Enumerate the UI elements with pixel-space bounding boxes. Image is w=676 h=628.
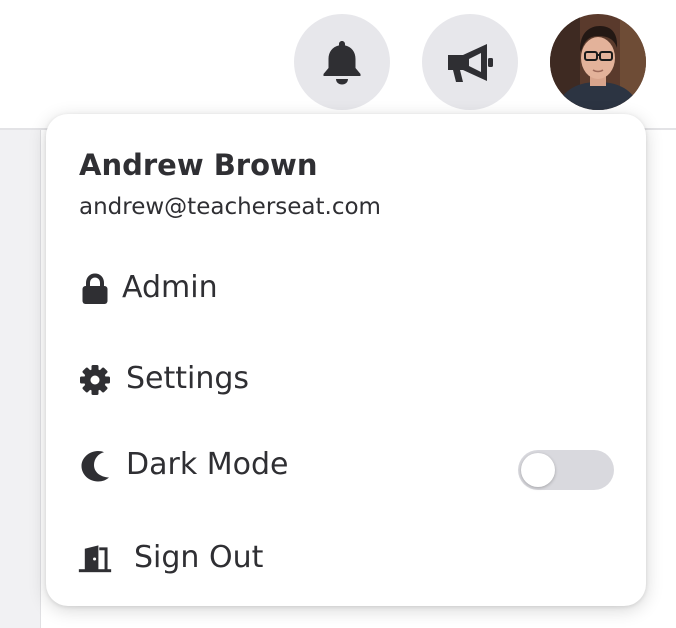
moon-icon (78, 449, 112, 483)
lock-icon (78, 272, 112, 306)
menu-item-admin-label: Admin (122, 270, 218, 305)
user-email: andrew@teacherseat.com (79, 194, 381, 220)
menu-item-admin[interactable]: Admin (46, 258, 646, 318)
toggle-knob (521, 453, 555, 487)
dark-mode-toggle[interactable] (518, 450, 614, 490)
profile-avatar[interactable] (550, 14, 646, 110)
bell-icon (322, 39, 362, 85)
menu-item-sign-out-label: Sign Out (134, 540, 264, 575)
notifications-button[interactable] (294, 14, 390, 110)
announcements-button[interactable] (422, 14, 518, 110)
user-menu-dropdown: Andrew Brown andrew@teacherseat.com Admi… (46, 114, 646, 606)
user-name: Andrew Brown (79, 148, 318, 182)
door-exit-icon (78, 542, 112, 576)
megaphone-icon (445, 40, 495, 84)
menu-item-dark-mode-label: Dark Mode (126, 447, 289, 482)
menu-item-sign-out[interactable]: Sign Out (46, 528, 646, 588)
menu-item-settings[interactable]: Settings (46, 349, 646, 409)
gear-icon (78, 363, 112, 397)
menu-item-settings-label: Settings (126, 361, 250, 396)
